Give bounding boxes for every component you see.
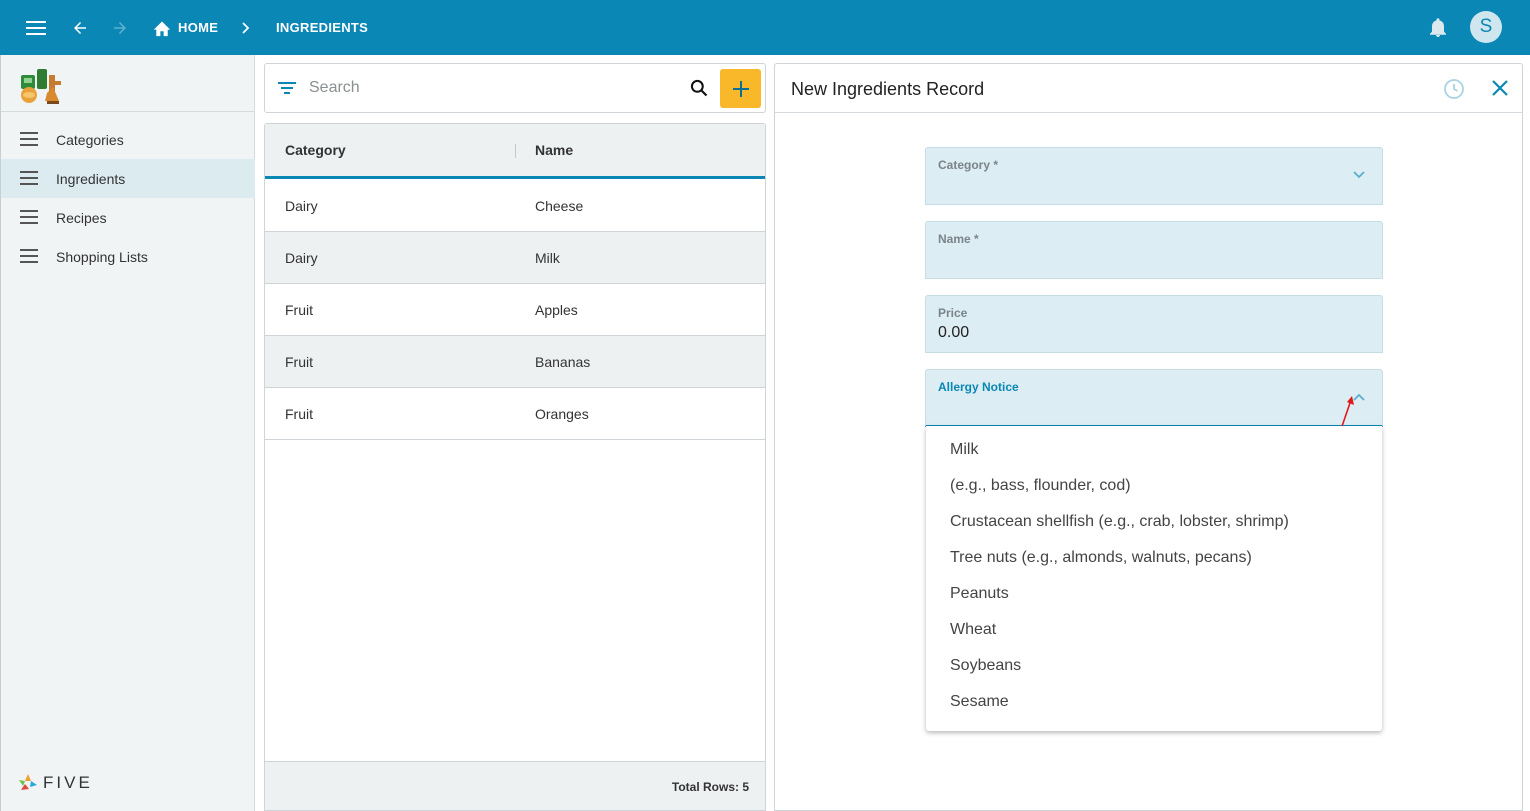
hamburger-icon: [20, 132, 38, 146]
table-header: Category Name: [265, 124, 765, 179]
chevron-down-icon[interactable]: [1352, 170, 1366, 180]
column-divider[interactable]: [515, 144, 516, 158]
chevron-right-icon: [238, 0, 254, 55]
price-field[interactable]: Price 0.00: [925, 295, 1383, 353]
allergy-option[interactable]: Peanuts: [926, 576, 1382, 612]
cell-category: Dairy: [285, 249, 318, 266]
category-label: Category *: [938, 158, 999, 172]
sidebar-item-categories[interactable]: Categories: [1, 120, 255, 159]
table-row[interactable]: Dairy Milk: [265, 232, 765, 284]
cell-name: Apples: [535, 301, 578, 318]
sidebar-item-label: Recipes: [56, 209, 107, 226]
top-bar: HOME INGREDIENTS S: [0, 0, 1530, 55]
form-title: New Ingredients Record: [791, 79, 985, 99]
app-logo-area: [1, 55, 255, 112]
cell-name: Bananas: [535, 353, 591, 370]
home-icon: [153, 20, 171, 36]
cell-name: Oranges: [535, 405, 589, 422]
total-rows: Total Rows: 5: [671, 780, 749, 794]
ingredients-table: Category Name Dairy Cheese Dairy Milk Fr…: [264, 123, 766, 811]
search-input[interactable]: [309, 76, 679, 100]
search-icon[interactable]: [689, 78, 709, 98]
plus-icon: [732, 80, 749, 97]
table-row[interactable]: Fruit Bananas: [265, 336, 765, 388]
allergy-notice-select[interactable]: Allergy Notice: [925, 369, 1383, 427]
sidebar-item-shopping-lists[interactable]: Shopping Lists: [1, 237, 255, 276]
hamburger-icon: [20, 171, 38, 185]
sidebar: Categories Ingredients Recipes Shopping …: [0, 55, 255, 811]
hamburger-icon: [20, 210, 38, 224]
allergy-options-list: Milk (e.g., bass, flounder, cod) Crustac…: [926, 426, 1382, 731]
breadcrumb-home-label: HOME: [178, 20, 219, 35]
five-logo-text: FIVE: [43, 773, 93, 792]
back-arrow-icon[interactable]: [66, 0, 94, 55]
allergy-option[interactable]: Milk: [926, 432, 1382, 468]
column-header-name[interactable]: Name: [535, 124, 573, 176]
five-logo-icon: [19, 774, 37, 790]
forward-arrow-icon[interactable]: [106, 0, 134, 55]
cell-category: Fruit: [285, 301, 313, 318]
allergy-option[interactable]: Sesame: [926, 684, 1382, 720]
allergy-option[interactable]: Soybeans: [926, 648, 1382, 684]
table-row[interactable]: Dairy Cheese: [265, 180, 765, 232]
price-value: 0.00: [938, 324, 970, 341]
hamburger-icon: [20, 249, 38, 263]
category-select[interactable]: Category *: [925, 147, 1383, 205]
allergy-notice-label: Allergy Notice: [938, 380, 1019, 394]
sidebar-item-label: Categories: [56, 131, 124, 148]
add-record-button[interactable]: [720, 69, 761, 108]
cell-category: Dairy: [285, 197, 318, 214]
cell-category: Fruit: [285, 405, 313, 422]
sidebar-item-label: Ingredients: [56, 170, 126, 187]
price-label: Price: [938, 306, 968, 320]
allergy-option[interactable]: (e.g., bass, flounder, cod): [926, 468, 1382, 504]
allergy-option[interactable]: Wheat: [926, 612, 1382, 648]
history-icon[interactable]: [1443, 78, 1465, 100]
allergy-option[interactable]: Crustacean shellfish (e.g., crab, lobste…: [926, 504, 1382, 540]
app-logo-icon: [21, 69, 61, 104]
close-icon[interactable]: [1490, 78, 1510, 98]
sidebar-item-recipes[interactable]: Recipes: [1, 198, 255, 237]
table-footer: Total Rows: 5: [265, 761, 765, 810]
cell-category: Fruit: [285, 353, 313, 370]
sidebar-item-ingredients[interactable]: Ingredients: [1, 159, 255, 198]
breadcrumb-home[interactable]: HOME: [152, 0, 218, 55]
form-header: New Ingredients Record: [775, 64, 1522, 113]
name-label: Name *: [938, 232, 979, 246]
table-row[interactable]: Fruit Apples: [265, 284, 765, 336]
breadcrumb-current[interactable]: INGREDIENTS: [276, 0, 368, 55]
menu-icon[interactable]: [20, 0, 52, 55]
five-logo: FIVE: [17, 772, 93, 794]
search-bar: [264, 63, 766, 113]
sidebar-item-label: Shopping Lists: [56, 248, 148, 265]
avatar[interactable]: S: [1470, 11, 1502, 43]
bell-icon[interactable]: [1426, 0, 1450, 55]
name-field[interactable]: Name *: [925, 221, 1383, 279]
table-row[interactable]: Fruit Oranges: [265, 388, 765, 440]
allergy-option[interactable]: Tree nuts (e.g., almonds, walnuts, pecan…: [926, 540, 1382, 576]
record-form-panel: New Ingredients Record Category * Name *…: [774, 63, 1523, 811]
cell-name: Milk: [535, 249, 560, 266]
cell-name: Cheese: [535, 197, 584, 214]
column-header-category[interactable]: Category: [285, 124, 346, 176]
filter-icon[interactable]: [277, 79, 297, 97]
